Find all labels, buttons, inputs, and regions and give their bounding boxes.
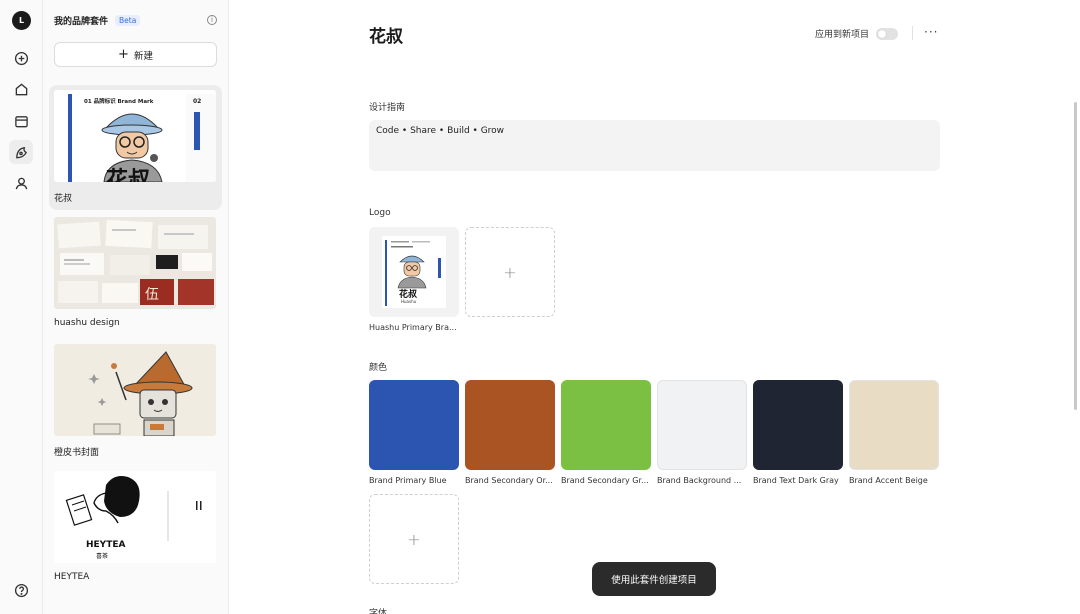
- folder-icon[interactable]: [9, 109, 33, 133]
- colors-section-label: 颜色: [369, 363, 388, 373]
- info-icon[interactable]: i: [207, 15, 217, 25]
- logo-section-label: Logo: [369, 208, 391, 218]
- add-color-button[interactable]: +: [369, 494, 459, 584]
- new-kit-label: 新建: [133, 50, 153, 62]
- thumb-heading: 01 品牌标识 Brand Mark: [84, 97, 154, 105]
- color-swatch[interactable]: [561, 380, 651, 470]
- huashu-brand-sheet-image: 01 品牌标识 Brand Mark 02 花叔: [54, 90, 216, 182]
- color-swatch[interactable]: [465, 380, 555, 470]
- page-title: 花叔: [369, 27, 403, 47]
- heytea-chinese-mark: 喜茶: [96, 552, 108, 560]
- header-divider: [912, 26, 913, 40]
- create-icon[interactable]: [9, 46, 33, 70]
- kit-label: huashu design: [54, 318, 120, 328]
- app-logo-icon[interactable]: L: [12, 11, 31, 30]
- kit-detail-panel: 花叔 应用到新项目 ··· 设计指南 Code • Share • Build …: [229, 0, 1080, 614]
- kit-item-huashu[interactable]: 01 品牌标识 Brand Mark 02 花叔 花叔: [49, 85, 222, 210]
- color-swatch[interactable]: [753, 380, 843, 470]
- huashu-logo-image: 花叔 Huashu: [382, 236, 446, 308]
- kit-label: HEYTEA: [54, 572, 90, 582]
- kit-label: 橙皮书封面: [54, 448, 100, 458]
- thumb-brand-name: 花叔: [106, 167, 151, 182]
- color-swatch-name: Brand Secondary Or...: [465, 476, 553, 485]
- heytea-brand-image: HEYTEA 喜茶: [54, 471, 216, 563]
- icon-rail: L: [0, 0, 43, 614]
- kit-thumbnail: 01 品牌标识 Brand Mark 02 花叔: [54, 90, 216, 182]
- kit-item-heytea[interactable]: HEYTEA 喜茶 HEYTEA: [49, 466, 222, 591]
- kit-thumbnail: HEYTEA 喜茶: [54, 471, 216, 563]
- color-swatch[interactable]: [657, 380, 747, 470]
- logo-tile[interactable]: 花叔 Huashu: [369, 227, 459, 317]
- huashu-design-cards-image: 伍: [54, 217, 216, 309]
- apply-toggle[interactable]: [876, 27, 899, 40]
- robot-wizard-illustration: [54, 344, 216, 436]
- scrollbar[interactable]: [1074, 102, 1077, 410]
- kit-item-orange-book-cover[interactable]: 橙皮书封面: [49, 339, 222, 464]
- kit-label: 花叔: [54, 194, 73, 204]
- kit-item-huashu-design[interactable]: 伍 huashu design: [49, 212, 222, 337]
- create-project-with-kit-button[interactable]: 使用此套件创建项目: [592, 562, 716, 596]
- new-kit-button[interactable]: + 新建: [54, 42, 217, 67]
- color-swatch[interactable]: [849, 380, 939, 470]
- color-swatch-name: Brand Primary Blue: [369, 476, 447, 485]
- thumb-section-number: 02: [193, 98, 201, 105]
- brand-kit-icon[interactable]: [9, 140, 33, 164]
- brand-kit-sidebar: 我的品牌套件 Beta i + 新建 01 品牌标识 Brand Mark 02: [43, 0, 229, 614]
- plus-icon: +: [118, 47, 129, 62]
- design-guide-label: 设计指南: [369, 103, 406, 113]
- fonts-section-label: 字体: [369, 609, 388, 614]
- sidebar-header: 我的品牌套件 Beta i: [54, 13, 219, 27]
- color-swatch[interactable]: [369, 380, 459, 470]
- design-guide-field[interactable]: Code • Share • Build • Grow: [369, 120, 940, 171]
- more-options-icon[interactable]: ···: [924, 25, 938, 39]
- color-swatch-name: Brand Background ...: [657, 476, 742, 485]
- apply-to-new-projects: 应用到新项目: [815, 27, 899, 40]
- help-icon[interactable]: [9, 578, 33, 602]
- add-logo-button[interactable]: +: [465, 227, 555, 317]
- sidebar-title: 我的品牌套件: [54, 16, 109, 27]
- apply-label: 应用到新项目: [815, 30, 870, 40]
- profile-icon[interactable]: [9, 171, 33, 195]
- color-swatch-name: Brand Text Dark Gray: [753, 476, 839, 485]
- logo-preview: 花叔 Huashu: [382, 236, 446, 308]
- color-swatch-name: Brand Accent Beige: [849, 476, 928, 485]
- design-guide-text: Code • Share • Build • Grow: [376, 126, 505, 136]
- thumb-glyph: 伍: [145, 287, 159, 303]
- beta-badge: Beta: [115, 14, 141, 26]
- kit-thumbnail: [54, 344, 216, 436]
- home-icon[interactable]: [9, 77, 33, 101]
- logo-caption: Huashu Primary Bra...: [369, 323, 457, 332]
- color-swatch-name: Brand Secondary Gr...: [561, 476, 649, 485]
- kit-thumbnail: 伍: [54, 217, 216, 309]
- logo-subtitle: Huashu: [401, 299, 417, 304]
- heytea-wordmark: HEYTEA: [86, 540, 125, 550]
